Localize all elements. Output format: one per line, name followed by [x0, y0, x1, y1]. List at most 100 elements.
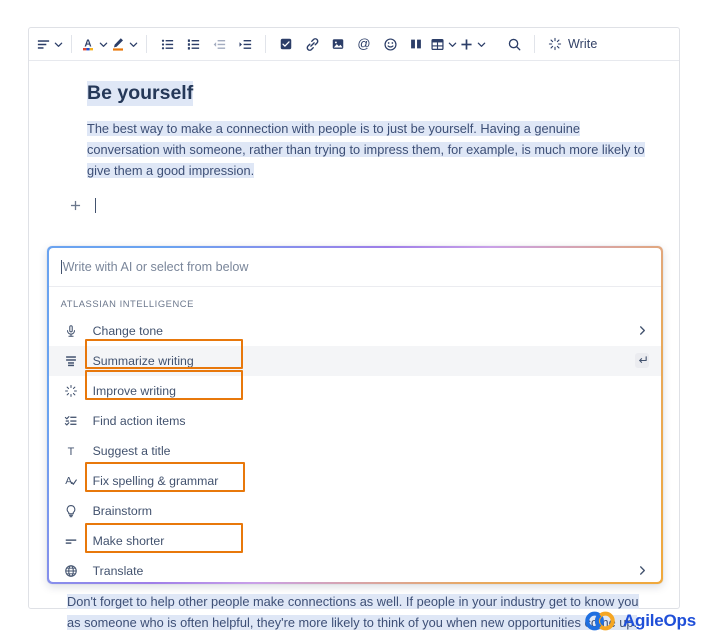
- plus-insert-icon: [461, 38, 472, 50]
- numbered-list-button[interactable]: [181, 32, 205, 56]
- agileops-logo: AgileOps: [583, 610, 696, 632]
- ai-command-improve-writing[interactable]: Improve writing: [49, 376, 662, 406]
- table-icon: [431, 38, 444, 50]
- toolbar-divider: [146, 35, 147, 53]
- ai-section-label: ATLASSIAN INTELLIGENCE: [60, 297, 194, 309]
- page-title: Be yourself: [87, 81, 194, 107]
- suggest-title-icon: T: [61, 444, 81, 458]
- enter-key-icon: [635, 353, 650, 369]
- indent-icon: [239, 39, 251, 49]
- toolbar-divider: [534, 35, 535, 53]
- change-tone-icon: [61, 324, 81, 338]
- svg-text:@: @: [357, 36, 370, 51]
- toolbar-group-insert: @: [273, 32, 487, 56]
- improve-writing-icon: [61, 384, 81, 398]
- translate-globe-icon: [61, 564, 81, 578]
- chevron-right-icon: [635, 325, 649, 336]
- indent-button[interactable]: [233, 32, 257, 56]
- ai-command-label: Translate: [92, 563, 144, 578]
- ai-command-find-action-items[interactable]: Find action items: [49, 406, 662, 436]
- text-style-button[interactable]: [36, 32, 63, 56]
- ai-command-label: Improve writing: [92, 383, 176, 398]
- link-icon: [306, 37, 318, 51]
- ai-command-label: Find action items: [92, 413, 186, 428]
- table-button[interactable]: [430, 32, 457, 56]
- paragraph-bottom: Don't forget to help other people make c…: [67, 591, 639, 633]
- paragraph-bottom-text: Don't forget to help other people make c…: [67, 594, 639, 630]
- plus-icon[interactable]: [67, 197, 83, 213]
- layout-icon: [411, 39, 421, 49]
- chevron-down-icon: [448, 40, 457, 49]
- outdent-button[interactable]: [207, 32, 231, 56]
- brainstorm-bulb-icon: [61, 504, 81, 518]
- layout-button[interactable]: [404, 32, 428, 56]
- ai-prompt-input[interactable]: Write with AI or select from below: [48, 248, 662, 287]
- mention-icon: @: [357, 36, 370, 51]
- ai-command-label: Make shorter: [92, 533, 165, 548]
- editor-toolbar: A @ Write: [29, 28, 679, 61]
- link-button[interactable]: [300, 32, 324, 56]
- action-items-icon: [61, 414, 81, 428]
- ai-write-label: Write: [568, 37, 598, 51]
- image-icon: [332, 39, 344, 49]
- ai-command-label: Fix spelling & grammar: [92, 473, 219, 488]
- ai-command-change-tone[interactable]: Change tone: [49, 316, 662, 346]
- ai-command-label: Summarize writing: [92, 353, 194, 368]
- task-checkbox-icon: [280, 38, 292, 50]
- ai-command-suggest-a-title[interactable]: T Suggest a title: [49, 436, 662, 466]
- chevron-down-icon: [99, 40, 108, 49]
- text-color-button[interactable]: A: [80, 32, 108, 56]
- ai-command-brainstorm[interactable]: Brainstorm: [49, 496, 662, 526]
- ai-command-label: Brainstorm: [92, 503, 153, 518]
- chevron-down-icon: [129, 40, 138, 49]
- enter-key-icon: [635, 353, 650, 369]
- toolbar-group-text-style: [35, 32, 64, 56]
- ai-prompt-placeholder: Write with AI or select from below: [62, 259, 249, 274]
- toolbar-group-lists: [154, 32, 258, 56]
- mention-button[interactable]: @: [352, 32, 376, 56]
- svg-text:A: A: [84, 39, 91, 50]
- task-checkbox-button[interactable]: [274, 32, 298, 56]
- chevron-down-icon: [477, 40, 486, 49]
- text-color-icon: A: [83, 39, 93, 51]
- ai-command-translate[interactable]: Translate: [49, 556, 662, 583]
- summarize-icon: [61, 354, 81, 368]
- search-icon: [508, 38, 520, 50]
- svg-text:A: A: [65, 476, 72, 487]
- find-replace-button[interactable]: [502, 32, 526, 56]
- emoji-button[interactable]: [378, 32, 402, 56]
- agileops-rings-icon: [585, 611, 615, 631]
- image-button[interactable]: [326, 32, 350, 56]
- ai-command-summarize-writing[interactable]: Summarize writing: [48, 345, 662, 376]
- toolbar-divider: [265, 35, 266, 53]
- document-body: Be yourself The best way to make a conne…: [29, 61, 679, 630]
- paragraph-top-text: The best way to make a connection with p…: [87, 121, 645, 179]
- ai-command-label: Suggest a title: [92, 443, 171, 458]
- editor-window: A @ Write Be yourself The best way to ma…: [28, 27, 680, 630]
- ai-command-list: Change tone Summarize writing Improve writ…: [48, 316, 662, 583]
- highlight-color-icon: [113, 38, 123, 51]
- svg-text:T: T: [67, 445, 74, 457]
- ai-command-make-shorter[interactable]: Make shorter: [49, 526, 662, 556]
- highlight-color-button[interactable]: [110, 32, 138, 56]
- spell-check-icon: A: [61, 473, 81, 488]
- bullet-list-icon: [161, 39, 173, 49]
- empty-paragraph-line: [67, 195, 657, 215]
- emoji-icon: [383, 37, 397, 51]
- numbered-list-icon: [187, 38, 199, 50]
- ai-write-button[interactable]: Write: [542, 32, 603, 56]
- text-cursor: [95, 197, 96, 213]
- toolbar-group-color: A: [79, 32, 139, 56]
- bullet-list-button[interactable]: [155, 32, 179, 56]
- ai-command-fix-spelling-grammar[interactable]: A Fix spelling & grammar: [49, 466, 662, 496]
- text-style-icon: [37, 39, 50, 49]
- ai-sparkle-icon: [548, 37, 562, 51]
- ai-command-label: Change tone: [92, 323, 164, 338]
- toolbar-divider: [71, 35, 72, 53]
- make-shorter-icon: [61, 534, 81, 548]
- ai-command-panel: Write with AI or select from below ATLAS…: [47, 246, 663, 584]
- text-cursor: [60, 259, 62, 274]
- insert-more-button[interactable]: [459, 32, 486, 56]
- paragraph-top: The best way to make a connection with p…: [87, 118, 653, 181]
- chevron-right-icon: [635, 565, 649, 576]
